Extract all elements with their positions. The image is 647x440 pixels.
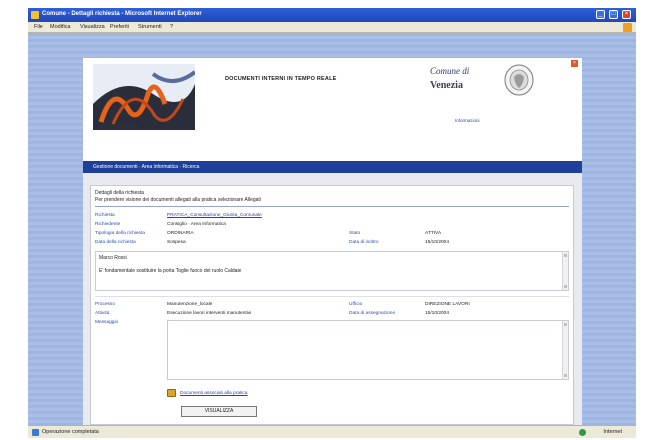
internet-zone-icon bbox=[579, 429, 586, 436]
photo-frame: Comune - Dettagli richiesta - Microsoft … bbox=[0, 0, 647, 440]
note-line: Marco Rossi bbox=[99, 255, 127, 261]
data-richiesta-label: Data della richiesta bbox=[95, 240, 136, 245]
menu-file[interactable]: File bbox=[34, 24, 43, 30]
menu-visualizza[interactable]: Visualizza bbox=[80, 24, 105, 30]
visualizza-button[interactable]: VISUALIZZA bbox=[181, 406, 257, 417]
panel-title: Dettagli della richiesta bbox=[95, 190, 144, 196]
page-header: Comune di Venezia DOCUMENTI INTERNI IN T… bbox=[83, 58, 582, 135]
request-panel: Dettagli della richiesta Per prendere vi… bbox=[90, 185, 574, 425]
window-title: Comune - Dettagli richiesta - Microsoft … bbox=[42, 11, 202, 17]
status-bar: Operazione completata Internet bbox=[28, 425, 636, 438]
ie-icon bbox=[31, 11, 39, 19]
web-page: Comune di Venezia DOCUMENTI INTERNI IN T… bbox=[83, 58, 582, 425]
richiesta-label: Richiesta bbox=[95, 213, 115, 218]
ufficio-value: DIREZIONE LAVORI bbox=[425, 302, 470, 307]
attivita-label: Attività bbox=[95, 311, 110, 316]
divider bbox=[95, 206, 569, 207]
title-bar[interactable]: Comune - Dettagli richiesta - Microsoft … bbox=[28, 8, 636, 22]
richiesta-value[interactable]: PRATICA_Consultazione_Giunta_Comunale bbox=[167, 213, 262, 218]
tipologia-value: ORDINARIA bbox=[167, 231, 194, 236]
attivita-value: Esecuzione lavori interventi manutentivi bbox=[167, 311, 252, 316]
processo-label: Processo bbox=[95, 302, 115, 307]
nav-bar: Gestione documenti · Area informatica · … bbox=[83, 161, 582, 173]
attachments-link[interactable]: Documenti associati alla pratica bbox=[180, 391, 247, 396]
menu-modifica[interactable]: Modifica bbox=[50, 24, 70, 30]
logo-subtitle: Comune di Venezia bbox=[99, 124, 139, 129]
comune-label: Comune di bbox=[430, 66, 470, 76]
menu-help[interactable]: ? bbox=[170, 24, 173, 30]
data-assegnazione-value: 15/10/2004 bbox=[425, 311, 450, 316]
page-icon bbox=[32, 429, 39, 436]
tipologia-label: Tipologia della richiesta bbox=[95, 231, 145, 236]
richiedente-label: Richiedente bbox=[95, 222, 121, 227]
stato-label: Stato bbox=[349, 231, 361, 236]
scrollbar[interactable] bbox=[562, 252, 568, 290]
logo-graphic bbox=[93, 64, 195, 130]
comune-name: Venezia bbox=[430, 80, 463, 91]
info-link[interactable]: Informazioni bbox=[455, 118, 480, 123]
data-inoltro-value: 15/10/2004 bbox=[425, 240, 450, 245]
ufficio-label: Ufficio bbox=[349, 302, 363, 307]
data-richiesta-value: Sospesa bbox=[167, 240, 186, 245]
processo-value: Manutenzione_locale bbox=[167, 302, 213, 307]
divider bbox=[95, 296, 569, 297]
menu-strumenti[interactable]: Strumenti bbox=[138, 24, 162, 30]
browser-window: Comune - Dettagli richiesta - Microsoft … bbox=[28, 8, 636, 438]
browser-viewport: Comune di Venezia DOCUMENTI INTERNI IN T… bbox=[28, 33, 636, 425]
data-inoltro-label: Data di inoltro bbox=[349, 240, 379, 245]
messaggio-label: Messaggio bbox=[95, 320, 119, 325]
maximize-button[interactable]: □ bbox=[609, 10, 618, 19]
zone-text: Internet bbox=[603, 429, 622, 435]
stato-value: ATTIVA bbox=[425, 231, 442, 236]
scrollbar[interactable] bbox=[562, 321, 568, 379]
breadcrumb[interactable]: Gestione documenti · Area informatica · … bbox=[93, 164, 199, 170]
messaggio-textarea[interactable] bbox=[167, 320, 569, 380]
folder-icon[interactable] bbox=[167, 389, 176, 397]
crest-icon bbox=[504, 64, 534, 96]
status-text: Operazione completata bbox=[42, 429, 99, 435]
app-title: DOCUMENTI INTERNI IN TEMPO REALE bbox=[225, 76, 337, 82]
close-button[interactable]: × bbox=[622, 10, 631, 19]
panel-subtitle: Per prendere visione dei documenti alleg… bbox=[95, 197, 261, 203]
menu-bar: File Modifica Visualizza Preferiti Strum… bbox=[28, 22, 636, 33]
note-line: E' fondamentale sostituire la porta Togl… bbox=[99, 268, 242, 274]
close-icon[interactable]: × bbox=[571, 60, 578, 67]
windows-logo-icon bbox=[623, 23, 632, 32]
richiedente-value: Consiglio · Area Informatica bbox=[167, 222, 226, 227]
data-assegnazione-label: Data di assegnazione bbox=[349, 311, 396, 316]
minimize-button[interactable]: _ bbox=[596, 10, 605, 19]
note-textarea[interactable]: Marco Rossi E' fondamentale sostituire l… bbox=[95, 251, 569, 291]
menu-preferiti[interactable]: Preferiti bbox=[110, 24, 129, 30]
